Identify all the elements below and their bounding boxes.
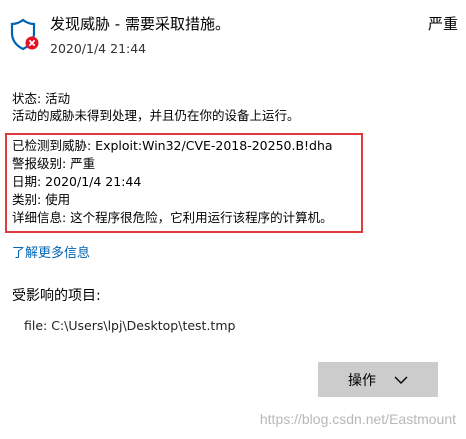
severity-label: 严重: [427, 15, 458, 33]
detected-threat: 已检测到威胁: Exploit:Win32/CVE-2018-20250.B!d…: [12, 138, 333, 153]
category: 类别: 使用: [12, 192, 71, 207]
threat-details: 已检测到威胁: Exploit:Win32/CVE-2018-20250.B!d…: [12, 137, 333, 227]
status-description: 活动的威胁未得到处理，并且仍在你的设备上运行。: [12, 108, 300, 123]
detail-description: 详细信息: 这个程序很危险，它利用运行该程序的计算机。: [12, 210, 333, 225]
shield-alert-icon: [10, 18, 40, 52]
actions-label: 操作: [348, 372, 376, 389]
status-section: 状态: 活动 活动的威胁未得到处理，并且仍在你的设备上运行。: [12, 90, 300, 124]
detail-date: 日期: 2020/1/4 21:44: [12, 174, 142, 189]
chevron-down-icon: [394, 372, 408, 388]
affected-item: file: C:\Users\lpj\Desktop\test.tmp: [24, 318, 236, 333]
alert-level: 警报级别: 严重: [12, 156, 96, 171]
status-line: 状态: 活动: [12, 91, 71, 106]
learn-more-link[interactable]: 了解更多信息: [12, 245, 90, 263]
affected-items-heading: 受影响的项目:: [12, 288, 101, 304]
threat-title: 发现威胁 - 需要采取措施。: [50, 15, 230, 33]
actions-button[interactable]: 操作: [318, 362, 438, 397]
threat-date: 2020/1/4 21:44: [50, 41, 147, 56]
watermark: https://blog.csdn.net/Eastmount: [259, 411, 456, 427]
